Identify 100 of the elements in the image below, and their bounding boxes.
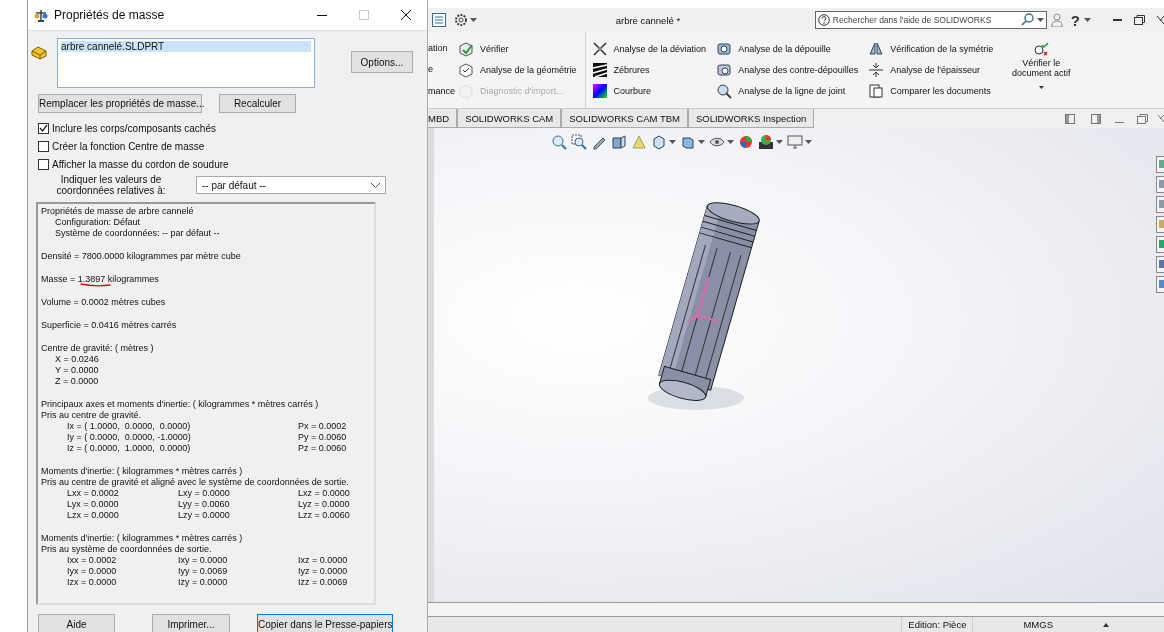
- caret-icon: [727, 140, 734, 144]
- minimize-button[interactable]: [317, 14, 327, 16]
- result-value: Ixz = 0.0000: [298, 555, 349, 566]
- help-button[interactable]: Aide: [38, 614, 115, 632]
- replace-button[interactable]: Remplacer les propriétés de masse...: [38, 94, 202, 113]
- ribbon-button[interactable]: Analyse de la ligne de joint: [716, 83, 859, 100]
- settings-icon: [454, 13, 468, 27]
- coordinate-dropdown[interactable]: -- par défaut --: [196, 176, 386, 194]
- view-tool-button[interactable]: [787, 134, 812, 150]
- verify-document-button[interactable]: Vérifier le document actif: [1001, 32, 1082, 108]
- document-list-icon[interactable]: [432, 13, 446, 27]
- result-value: Iyx = 0.0000: [67, 566, 118, 577]
- settings-button[interactable]: [454, 13, 477, 27]
- checkbox-label: Inclure les corps/composants cachés: [52, 122, 216, 134]
- ribbon-button[interactable]: Analyse de la déviation: [591, 40, 707, 57]
- task-pane-tab[interactable]: [1156, 196, 1164, 213]
- view-tool-button[interactable]: [611, 134, 627, 150]
- result-value: Ixy = 0.0000: [178, 555, 229, 566]
- result-value: Izx = 0.0000: [67, 577, 118, 588]
- ribbon-button[interactable]: Analyse de la dépouille: [716, 40, 859, 57]
- task-pane-tab[interactable]: [1156, 156, 1164, 173]
- result-line: Moments d'inertie: ( kilogrammes * mètres carrés ): [41, 533, 244, 544]
- ribbon-tab[interactable]: SOLIDWORKS CAM TBM: [561, 109, 688, 128]
- result-line: Masse = 1.3897 kilogrammes: [41, 274, 159, 285]
- task-pane-tab[interactable]: [1156, 216, 1164, 233]
- caret-icon: [805, 140, 812, 144]
- ribbon-button[interactable]: Vérifier: [458, 40, 577, 57]
- task-pane-tab[interactable]: [1156, 276, 1164, 293]
- search-icon[interactable]: [1020, 13, 1035, 26]
- ribbon-tab[interactable]: MBD: [428, 109, 458, 128]
- result-line: X = 0.0246: [54, 354, 100, 365]
- view-tool-button[interactable]: [738, 134, 754, 150]
- monitor-icon: [787, 134, 803, 150]
- cube-icon: [651, 134, 667, 150]
- checkbox[interactable]: [38, 140, 49, 152]
- caret-icon: [470, 18, 477, 22]
- result-line: Densité = 7800.0000 kilogrammes par mètre cube: [41, 251, 241, 262]
- view-tool-button[interactable]: [758, 134, 783, 150]
- ribbon-button[interactable]: Analyse des contre-dépouilles: [716, 62, 859, 78]
- zoom-area-icon: [571, 134, 587, 150]
- result-line: Moments d'inertie: ( kilogrammes * mètres carrés ): [41, 466, 244, 477]
- dialog-title: Propriétés de masse: [54, 8, 166, 22]
- ribbon-label[interactable]: e: [428, 65, 456, 75]
- checkbox[interactable]: [38, 158, 49, 170]
- view-tool-button[interactable]: [651, 134, 676, 150]
- section-view-icon: [611, 134, 627, 150]
- color-ball-icon: [738, 134, 754, 150]
- view-tool-button[interactable]: [571, 134, 587, 150]
- caret-icon: [698, 140, 705, 144]
- documents-icon: [868, 83, 885, 100]
- result-line: Pris au centre de gravité.: [41, 410, 143, 421]
- result-value: Iz = ( 0.0000, 1.0000, 0.0000): [67, 443, 192, 454]
- checkbox-label: Créer la fonction Centre de masse: [52, 140, 205, 152]
- result-line: Pris au système de coordonnées de sortie.: [41, 544, 213, 555]
- result-value: Ixx = 0.0002: [67, 555, 118, 566]
- copy-button[interactable]: Copier dans le Presse-papiers: [257, 614, 393, 632]
- file-item[interactable]: arbre cannelé.SLDPRT: [61, 41, 311, 52]
- result-line: Principaux axes et moments d'inertie: ( kilogrammes * mètres carrés ): [41, 399, 320, 410]
- options-button[interactable]: Options...: [351, 51, 413, 73]
- result-line: Centre de gravité: ( mètres ): [41, 343, 155, 354]
- document-title: arbre cannelé *: [614, 14, 682, 26]
- task-pane-tab[interactable]: [1156, 256, 1164, 273]
- result-value: Lxy = 0.0000: [178, 488, 231, 499]
- view-tool-button[interactable]: [680, 134, 705, 150]
- close-button[interactable]: [401, 10, 411, 20]
- result-value: Py = 0.0060: [298, 432, 348, 443]
- checkbox[interactable]: [38, 122, 49, 134]
- result-value: Ix = ( 1.0000, 0.0000, 0.0000): [67, 421, 192, 432]
- zoom-fit-icon: [551, 134, 567, 150]
- recalculate-button[interactable]: Recalculer: [219, 94, 296, 113]
- ribbon-button[interactable]: Courbure: [591, 83, 707, 100]
- ribbon-label[interactable]: mance: [428, 86, 456, 96]
- ribbon-tab[interactable]: SOLIDWORKS CAM: [457, 109, 562, 128]
- result-line: Volume = 0.0002 mètres cubes: [41, 297, 166, 308]
- ribbon-tab[interactable]: SOLIDWORKS Inspection: [687, 109, 815, 128]
- file-list[interactable]: arbre cannelé.SLDPRT: [57, 38, 315, 88]
- restore-button[interactable]: [1134, 15, 1145, 25]
- result-value: Lzy = 0.0000: [178, 510, 231, 521]
- search-field[interactable]: Rechercher dans l'aide de SOLIDWORKS: [814, 11, 1047, 29]
- help-icon: [817, 14, 830, 26]
- mirror-icon: [868, 40, 885, 57]
- task-pane-tab[interactable]: [1156, 176, 1164, 193]
- help-button[interactable]: ?: [1070, 11, 1080, 29]
- ribbon-label[interactable]: ation: [428, 44, 456, 54]
- task-pane-tab[interactable]: [1156, 236, 1164, 253]
- ribbon-button[interactable]: Vérification de la symétrie: [868, 40, 994, 57]
- cube-check-icon: [458, 62, 474, 78]
- tile-left-icon[interactable]: [1065, 114, 1075, 124]
- user-icon[interactable]: [1050, 13, 1063, 27]
- thickness-icon: [868, 62, 885, 78]
- tile-right-icon[interactable]: [1091, 114, 1101, 124]
- units-selector[interactable]: MMGS: [1023, 619, 1109, 630]
- result-value: Lzz = 0.0060: [298, 510, 351, 521]
- ribbon-button[interactable]: Comparer les documents: [868, 83, 994, 100]
- ribbon-button[interactable]: Analyse de l'épaisseur: [868, 62, 994, 78]
- ribbon-button[interactable]: Zébrures: [591, 62, 707, 78]
- close-button[interactable]: [1157, 15, 1164, 25]
- ribbon-button[interactable]: Analyse de la géométrie: [458, 62, 577, 78]
- check-icon: [458, 40, 474, 57]
- print-button[interactable]: Imprimer...: [152, 614, 230, 632]
